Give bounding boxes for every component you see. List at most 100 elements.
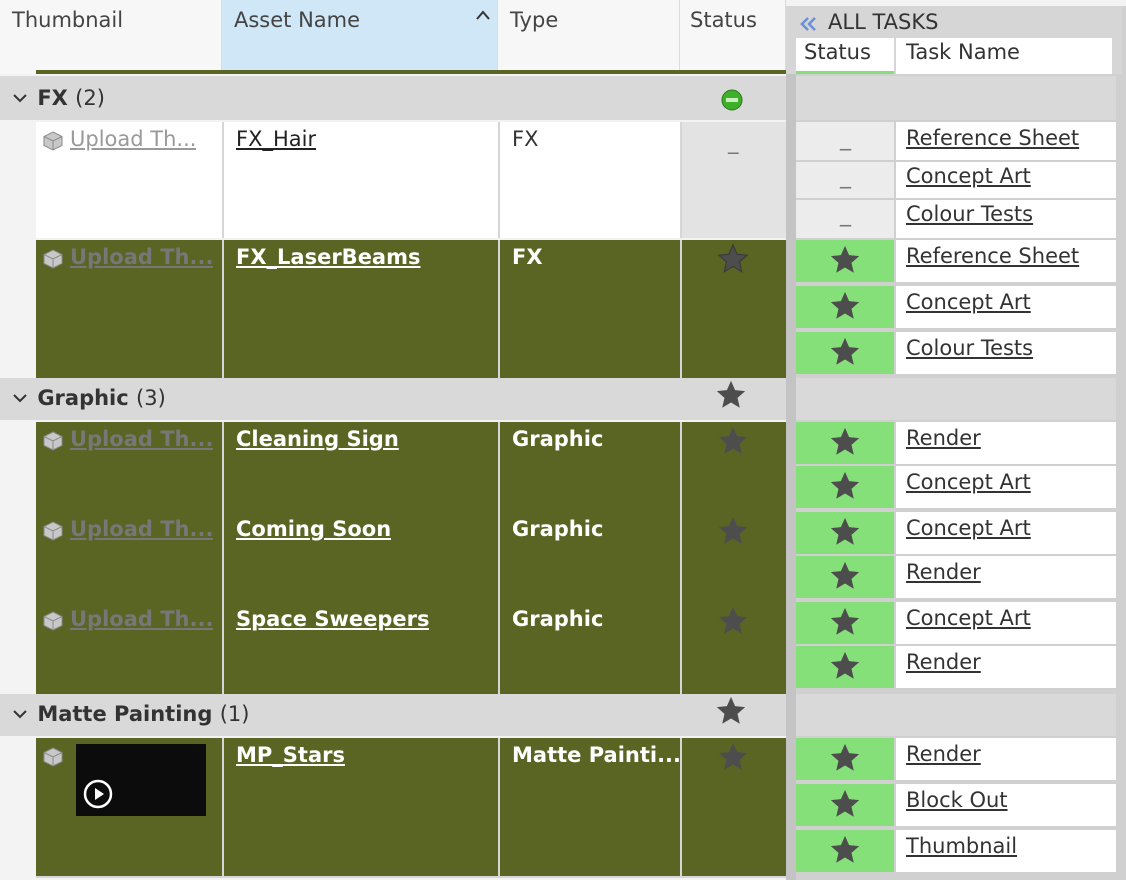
task-name-link[interactable]: Reference Sheet: [906, 244, 1079, 268]
task-name-cell: Concept Art: [896, 286, 1116, 328]
double-chevron-left-icon[interactable]: [796, 12, 820, 36]
task-status-cell[interactable]: [796, 556, 894, 598]
task-status-cell[interactable]: _: [796, 200, 894, 238]
task-status-cell[interactable]: [796, 646, 894, 688]
group-row-fx[interactable]: FX (2): [0, 76, 786, 120]
cube-icon: [42, 248, 64, 270]
asset-name-cell: FX_LaserBeams: [224, 240, 500, 378]
task-name-link[interactable]: Concept Art: [906, 516, 1031, 540]
task-status-cell[interactable]: [796, 830, 894, 872]
group-row-matte-painting[interactable]: Matte Painting (1): [0, 694, 786, 736]
play-icon[interactable]: [82, 778, 114, 810]
column-header-thumbnail[interactable]: Thumbnail: [0, 0, 222, 74]
column-header-asset-name[interactable]: Asset Name: [222, 0, 498, 74]
task-row[interactable]: _ Reference Sheet: [796, 122, 1116, 160]
chevron-down-icon[interactable]: [12, 386, 30, 410]
task-status-cell[interactable]: [796, 602, 894, 644]
status-cell[interactable]: _: [682, 122, 786, 238]
task-status-cell[interactable]: [796, 738, 894, 780]
task-status-cell[interactable]: [796, 466, 894, 508]
chevron-down-icon[interactable]: [12, 702, 30, 726]
task-row[interactable]: Render: [796, 646, 1116, 688]
task-row[interactable]: Concept Art: [796, 512, 1116, 554]
task-name-link[interactable]: Colour Tests: [906, 336, 1033, 360]
task-row[interactable]: Reference Sheet: [796, 240, 1116, 282]
task-name-link[interactable]: Render: [906, 560, 981, 584]
task-column-header-status[interactable]: Status: [796, 38, 894, 74]
column-header-status[interactable]: Status: [680, 0, 786, 74]
asset-name-link[interactable]: FX_LaserBeams: [236, 245, 421, 269]
cube-icon: [42, 610, 64, 632]
star-icon: [828, 559, 862, 598]
task-name-link[interactable]: Render: [906, 426, 981, 450]
task-row[interactable]: Render: [796, 556, 1116, 598]
task-row[interactable]: Concept Art: [796, 466, 1116, 508]
column-header-label: Thumbnail: [12, 8, 124, 32]
asset-name-link[interactable]: Space Sweepers: [236, 607, 429, 631]
asset-type: FX: [512, 127, 539, 151]
task-name-link[interactable]: Block Out: [906, 788, 1008, 812]
star-icon: [828, 289, 862, 328]
upload-thumbnail-link[interactable]: Upload Th...: [70, 427, 213, 451]
type-cell: FX: [500, 240, 682, 378]
thumbnail-image[interactable]: [76, 744, 206, 816]
status-cell[interactable]: [682, 738, 786, 876]
asset-name-cell: Coming Soon: [224, 512, 500, 602]
task-row[interactable]: Render: [796, 422, 1116, 464]
task-name-link[interactable]: Render: [906, 742, 981, 766]
status-cell[interactable]: [682, 602, 786, 694]
asset-name-link[interactable]: Coming Soon: [236, 517, 391, 541]
task-name-link[interactable]: Concept Art: [906, 606, 1031, 630]
task-status-cell[interactable]: _: [796, 162, 894, 198]
task-row[interactable]: Render: [796, 738, 1116, 780]
table-row[interactable]: Upload Th... Coming Soon Graphic: [36, 512, 786, 604]
status-cell[interactable]: [682, 422, 786, 512]
task-status-cell[interactable]: [796, 240, 894, 282]
task-status-cell[interactable]: [796, 332, 894, 374]
tasks-panel-header: ALL TASKS Status Task Name: [786, 6, 1122, 74]
table-row[interactable]: Upload Th... Cleaning Sign Graphic: [36, 422, 786, 514]
asset-type: Matte Painti...: [512, 743, 682, 767]
status-cell[interactable]: [682, 512, 786, 602]
task-name-cell: Render: [896, 556, 1116, 598]
task-name-link[interactable]: Concept Art: [906, 164, 1031, 188]
task-row[interactable]: Block Out: [796, 784, 1116, 826]
upload-thumbnail-link[interactable]: Upload Th...: [70, 127, 196, 151]
task-name-link[interactable]: Colour Tests: [906, 202, 1033, 226]
status-cell[interactable]: [682, 240, 786, 378]
task-name-link[interactable]: Thumbnail: [906, 834, 1017, 858]
column-header-label: Asset Name: [234, 8, 361, 32]
table-row[interactable]: Upload Th... FX_LaserBeams FX: [36, 240, 786, 380]
task-row[interactable]: Concept Art: [796, 286, 1116, 328]
task-row[interactable]: Thumbnail: [796, 830, 1116, 872]
upload-thumbnail-link[interactable]: Upload Th...: [70, 245, 213, 269]
asset-name-link[interactable]: MP_Stars: [236, 743, 345, 767]
task-status-cell[interactable]: [796, 286, 894, 328]
task-name-link[interactable]: Reference Sheet: [906, 126, 1079, 150]
cube-icon: [42, 746, 64, 768]
table-row[interactable]: MP_Stars Matte Painti...: [36, 738, 786, 878]
task-status-cell[interactable]: [796, 784, 894, 826]
upload-thumbnail-link[interactable]: Upload Th...: [70, 607, 213, 631]
task-column-header-name[interactable]: Task Name: [896, 38, 1112, 74]
task-name-link[interactable]: Concept Art: [906, 470, 1031, 494]
task-row[interactable]: _ Colour Tests: [796, 200, 1116, 238]
table-row[interactable]: Upload Th... FX_Hair FX _: [36, 122, 786, 238]
task-row[interactable]: Concept Art: [796, 602, 1116, 644]
asset-name-link[interactable]: Cleaning Sign: [236, 427, 399, 451]
task-status-cell[interactable]: [796, 512, 894, 554]
upload-thumbnail-link[interactable]: Upload Th...: [70, 517, 213, 541]
task-status-cell[interactable]: _: [796, 122, 894, 160]
column-header-type[interactable]: Type: [498, 0, 680, 74]
task-status-cell[interactable]: [796, 422, 894, 464]
task-name-cell: Concept Art: [896, 162, 1116, 198]
table-row[interactable]: Upload Th... Space Sweepers Graphic: [36, 602, 786, 696]
task-row[interactable]: _ Concept Art: [796, 162, 1116, 198]
chevron-down-icon[interactable]: [12, 86, 30, 110]
group-row-graphic[interactable]: Graphic (3): [0, 378, 786, 420]
task-name-link[interactable]: Render: [906, 650, 981, 674]
task-row[interactable]: Colour Tests: [796, 332, 1116, 374]
task-name-link[interactable]: Concept Art: [906, 290, 1031, 314]
asset-name-link[interactable]: FX_Hair: [236, 127, 316, 151]
thumbnail-cell: Upload Th...: [36, 240, 224, 378]
